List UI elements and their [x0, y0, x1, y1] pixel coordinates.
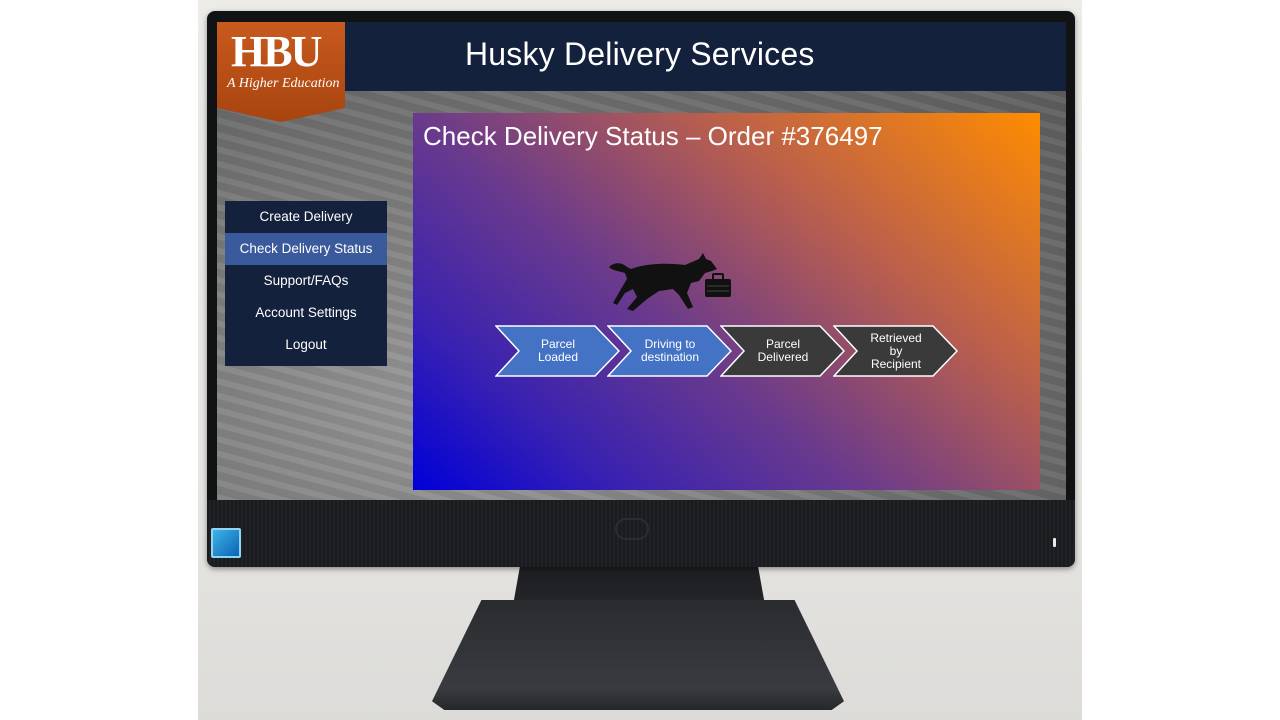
- app-screen: Husky Delivery Services HBU A Higher Edu…: [217, 22, 1066, 500]
- nav-item-check-delivery-status[interactable]: Check Delivery Status: [225, 233, 387, 265]
- step-retrieved-by-recipient: Retrieved by Recipient: [833, 325, 958, 377]
- dell-logo-icon: [615, 518, 649, 540]
- intel-sticker-icon: [211, 528, 241, 558]
- delivery-progress-steps: Parcel Loaded Driving to destination Par…: [495, 325, 965, 377]
- logo-tagline: A Higher Education: [227, 76, 340, 91]
- step-label: Parcel Delivered: [757, 337, 809, 364]
- hbu-logo[interactable]: HBU A Higher Education: [217, 22, 345, 122]
- nav-item-logout[interactable]: Logout: [225, 329, 387, 361]
- step-label: Driving to destination: [640, 337, 700, 364]
- scene: Husky Delivery Services HBU A Higher Edu…: [0, 0, 1280, 720]
- husky-running-with-briefcase-icon: [609, 253, 731, 311]
- logo-wordmark: HBU: [231, 27, 322, 76]
- sidebar-nav: Create Delivery Check Delivery Status Su…: [225, 201, 387, 366]
- step-label: Parcel Loaded: [537, 337, 579, 364]
- step-parcel-delivered: Parcel Delivered: [720, 325, 845, 377]
- status-panel: Check Delivery Status – Order #376497 Pa…: [413, 113, 1040, 490]
- step-parcel-loaded: Parcel Loaded: [495, 325, 620, 377]
- monitor-stand-base: [432, 600, 844, 710]
- nav-item-support-faqs[interactable]: Support/FAQs: [225, 265, 387, 297]
- step-driving-to-destination: Driving to destination: [607, 325, 732, 377]
- power-led-icon: [1053, 538, 1056, 547]
- step-label: Retrieved by Recipient: [870, 330, 922, 371]
- nav-item-account-settings[interactable]: Account Settings: [225, 297, 387, 329]
- page-title: Check Delivery Status – Order #376497: [423, 121, 883, 151]
- app-title: Husky Delivery Services: [465, 36, 815, 72]
- nav-item-create-delivery[interactable]: Create Delivery: [225, 201, 387, 233]
